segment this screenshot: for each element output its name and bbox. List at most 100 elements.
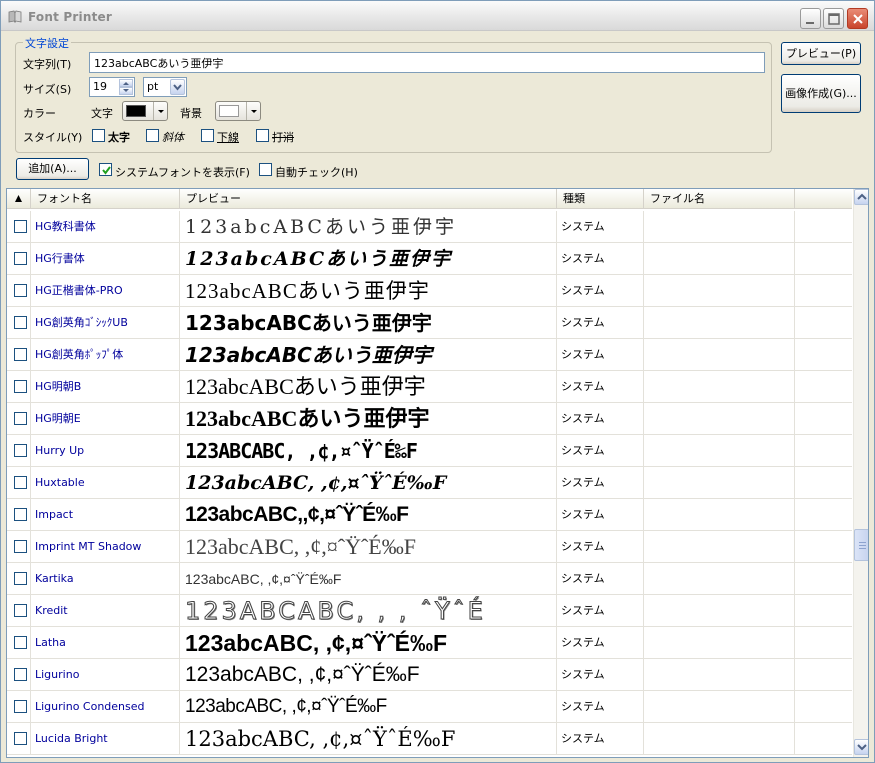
row-file-name (644, 723, 795, 755)
row-check-cell (7, 499, 31, 531)
row-kind: システム (557, 339, 644, 371)
fore-color-button[interactable] (122, 101, 168, 121)
row-checkbox[interactable] (14, 604, 27, 617)
table-row[interactable]: Imprint MT Shadow 123abcABC, ,¢,¤ˆŸˆÉ‰F シス… (7, 531, 852, 563)
table-row[interactable]: Hurry Up 123ABCABC, ,¢,¤ˆŸˆÉ‰F システム (7, 435, 852, 467)
row-checkbox[interactable] (14, 572, 27, 585)
row-checkbox[interactable] (14, 636, 27, 649)
table-row[interactable]: HG創英角ｺﾞｼｯｸUB 123abcABCあいう亜伊宇 システム (7, 307, 852, 339)
row-check-cell (7, 243, 31, 275)
row-checkbox[interactable] (14, 540, 27, 553)
row-preview: 123abcABCあいう亜伊宇 (180, 339, 557, 371)
row-checkbox[interactable] (14, 220, 27, 233)
table-row[interactable]: HG行書体 123abcABCあいう亜伊宇 システム (7, 243, 852, 275)
row-checkbox[interactable] (14, 284, 27, 297)
show-system-fonts-label: システムフォントを表示(F) (115, 166, 250, 179)
italic-checkbox[interactable] (146, 129, 159, 142)
table-row[interactable]: HG明朝B 123abcABCあいう亜伊宇 システム (7, 371, 852, 403)
row-font-name: HG行書体 (31, 243, 180, 275)
maximize-button[interactable] (823, 8, 844, 29)
maximize-icon (828, 13, 840, 25)
row-check-cell (7, 403, 31, 435)
title-bar[interactable]: Font Printer (1, 1, 874, 31)
bold-checkbox[interactable] (92, 129, 105, 142)
row-checkbox[interactable] (14, 380, 27, 393)
row-check-cell (7, 371, 31, 403)
back-color-button[interactable] (215, 101, 261, 121)
size-spinner[interactable] (119, 79, 133, 95)
column-preview[interactable]: プレビュー (180, 189, 557, 209)
row-font-name: Kredit (31, 595, 180, 627)
row-font-name: Ligurino Condensed (31, 691, 180, 723)
spin-down-button[interactable] (119, 87, 133, 95)
row-checkbox[interactable] (14, 732, 27, 745)
row-kind: システム (557, 499, 644, 531)
strike-checkbox[interactable] (256, 129, 269, 142)
row-checkbox[interactable] (14, 412, 27, 425)
preview-button[interactable]: プレビュー(P) (781, 42, 861, 65)
back-color-arrow (246, 102, 260, 120)
row-check-cell (7, 275, 31, 307)
table-row[interactable]: Ligurino Condensed 123abcABC, ,¢,¤ˆŸˆÉ‰F シ… (7, 691, 852, 723)
row-font-name: Ligurino (31, 659, 180, 691)
row-checkbox[interactable] (14, 252, 27, 265)
row-checkbox[interactable] (14, 316, 27, 329)
table-row[interactable]: Latha 123abcABC, ,¢,¤ˆŸˆÉ‰F システム (7, 627, 852, 659)
row-checkbox[interactable] (14, 444, 27, 457)
font-list[interactable]: フォント名 プレビュー 種類 ファイル名 HG教科書体 123abcABCあいう亜… (6, 188, 869, 758)
table-row[interactable]: Kredit 123ABCABC, , , ˆŸˆÉ システム (7, 595, 852, 627)
row-file-name (644, 563, 795, 595)
minimize-button[interactable] (800, 8, 821, 29)
show-system-fonts-checkbox[interactable] (99, 163, 112, 176)
vertical-scrollbar[interactable] (853, 189, 868, 757)
row-font-name: HG創英角ｺﾞｼｯｸUB (31, 307, 180, 339)
column-kind[interactable]: 種類 (557, 189, 644, 209)
chevron-up-icon (857, 193, 867, 200)
unit-dropdown-button[interactable] (170, 79, 185, 95)
table-row[interactable]: Huxtable 123abcABC, ,¢,¤ˆŸˆÉ‰F システム (7, 467, 852, 499)
row-checkbox[interactable] (14, 348, 27, 361)
minimize-icon (806, 22, 814, 24)
table-row[interactable]: Ligurino 123abcABC, ,¢,¤ˆŸˆÉ‰F システム (7, 659, 852, 691)
text-input[interactable]: 123abcABCあいう亜伊宇 (89, 52, 765, 73)
add-button[interactable]: 追加(A)... (16, 158, 89, 180)
row-kind: システム (557, 211, 644, 243)
row-file-name (644, 403, 795, 435)
row-file-name (644, 531, 795, 563)
table-row[interactable]: HG教科書体 123abcABCあいう亜伊宇 システム (7, 211, 852, 243)
row-font-name: HG明朝E (31, 403, 180, 435)
table-row[interactable]: HG明朝E 123abcABCあいう亜伊宇 システム (7, 403, 852, 435)
row-checkbox[interactable] (14, 476, 27, 489)
row-preview: 123abcABCあいう亜伊宇 (180, 307, 557, 339)
sort-header[interactable] (7, 189, 31, 209)
table-row[interactable]: HG創英角ﾎﾟｯﾌﾟ体 123abcABCあいう亜伊宇 システム (7, 339, 852, 371)
table-row[interactable]: Impact 123abcABC,,¢,¤ˆŸˆÉ‰F システム (7, 499, 852, 531)
auto-check-checkbox[interactable] (259, 163, 272, 176)
column-file-name[interactable]: ファイル名 (644, 189, 795, 209)
column-font-name[interactable]: フォント名 (31, 189, 180, 209)
arrow-up-icon (123, 82, 129, 85)
spin-up-button[interactable] (119, 79, 133, 87)
scroll-down-button[interactable] (854, 739, 868, 755)
row-checkbox[interactable] (14, 700, 27, 713)
row-file-name (644, 659, 795, 691)
row-checkbox[interactable] (14, 508, 27, 521)
row-preview: 123abcABCあいう亜伊宇 (180, 403, 557, 435)
row-preview: 123ABCABC, ,¢,¤ˆŸˆÉ‰F (180, 435, 557, 467)
table-row[interactable]: Lucida Bright 123abcABC, ,¢,¤ˆŸˆÉ‰F システム (7, 723, 852, 755)
close-button[interactable] (847, 8, 868, 29)
row-preview: 123abcABCあいう亜伊宇 (180, 211, 557, 243)
create-image-button[interactable]: 画像作成(G)... (781, 74, 861, 113)
underline-checkbox[interactable] (201, 129, 214, 142)
scroll-up-button[interactable] (854, 189, 868, 205)
row-kind: システム (557, 275, 644, 307)
fore-color-label: 文字 (91, 107, 113, 120)
row-checkbox[interactable] (14, 668, 27, 681)
row-font-name: Lucida Bright (31, 723, 180, 755)
table-row[interactable]: HG正楷書体-PRO 123abcABCあいう亜伊宇 システム (7, 275, 852, 307)
fore-color-swatch (126, 105, 146, 117)
font-printer-window: Font Printer 文字設定 文字列(T) 123abcABCあいう亜伊宇… (0, 0, 875, 763)
table-row[interactable]: Kartika 123abcABC, ,¢,¤ˆŸˆÉ‰F システム (7, 563, 852, 595)
scroll-thumb[interactable] (854, 529, 868, 561)
chevron-down-icon (173, 84, 182, 91)
